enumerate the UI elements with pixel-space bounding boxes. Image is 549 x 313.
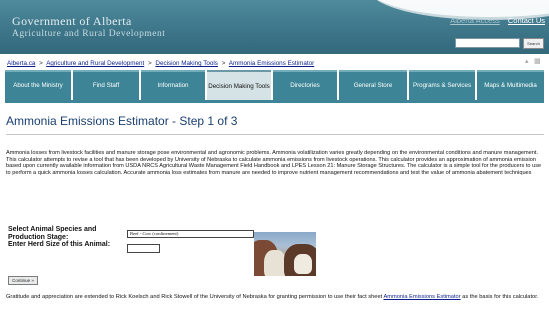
breadcrumb: Alberta.ca > Agriculture and Rural Devel… [7, 60, 314, 67]
credits-text-after: as the basis for this calculator. [460, 294, 539, 300]
page-tools: ▴ ▩ [525, 57, 543, 66]
breadcrumb-link-current[interactable]: Ammonia Emissions Estimator [229, 60, 314, 67]
main-navigation: About the Ministry Find Staff Informatio… [5, 70, 544, 104]
site-banner: Government of Alberta Agriculture and Ru… [0, 0, 549, 54]
title-divider [6, 134, 544, 135]
breadcrumb-separator: > [147, 60, 152, 67]
nav-tab-directories[interactable]: Directories [273, 70, 337, 100]
nav-underline [5, 100, 544, 103]
logo-government-of-alberta[interactable]: Government of Alberta [12, 14, 132, 29]
continue-button[interactable]: Continue » [8, 276, 38, 285]
utility-links: Alberta Access Contact Us [444, 16, 545, 25]
search-button[interactable]: Search [523, 38, 544, 49]
breadcrumb-link-alberta[interactable]: Alberta.ca [7, 60, 35, 67]
nav-tab-general-store[interactable]: General Store [339, 70, 407, 100]
nav-tab-maps-multimedia[interactable]: Maps & Multimedia [477, 70, 544, 100]
breadcrumb-link-decision-tools[interactable]: Decision Making Tools [155, 60, 218, 67]
text-size-icon[interactable]: ▴ [525, 57, 529, 65]
logo-ministry-name: Agriculture and Rural Development [12, 29, 166, 39]
cattle-photo [254, 232, 316, 276]
nav-tab-decision-making-tools[interactable]: Decision Making Tools [207, 70, 271, 101]
herd-size-input[interactable] [127, 244, 160, 253]
print-icon[interactable]: ▩ [534, 57, 541, 65]
alberta-access-link[interactable]: Alberta Access [450, 16, 500, 25]
nav-tab-programs-services[interactable]: Programs & Services [409, 70, 475, 100]
credits-text-before: Gratitude and appreciation are extended … [6, 294, 384, 300]
contact-us-link[interactable]: Contact Us [508, 16, 545, 25]
nav-tab-about-ministry[interactable]: About the Ministry [5, 70, 71, 100]
breadcrumb-separator: > [221, 60, 226, 67]
species-select[interactable]: Beef - Cow (confinement) [127, 230, 254, 238]
breadcrumb-link-agriculture[interactable]: Agriculture and Rural Development [46, 60, 144, 67]
species-label: Select Animal Species and Production Sta… [8, 226, 97, 241]
herd-size-label: Enter Herd Size of this Animal: [8, 241, 111, 248]
ammonia-estimator-factsheet-link[interactable]: Ammonia Emissions Estimator [383, 294, 460, 300]
credits-paragraph: Gratitude and appreciation are extended … [6, 294, 546, 301]
page-title: Ammonia Emissions Estimator - Step 1 of … [6, 114, 238, 128]
nav-tab-find-staff[interactable]: Find Staff [73, 70, 139, 100]
breadcrumb-separator: > [39, 60, 43, 67]
search-input[interactable] [455, 38, 520, 48]
intro-paragraph: Ammonia losses from livestock facilities… [6, 150, 542, 176]
nav-tab-information[interactable]: Information [141, 70, 205, 100]
